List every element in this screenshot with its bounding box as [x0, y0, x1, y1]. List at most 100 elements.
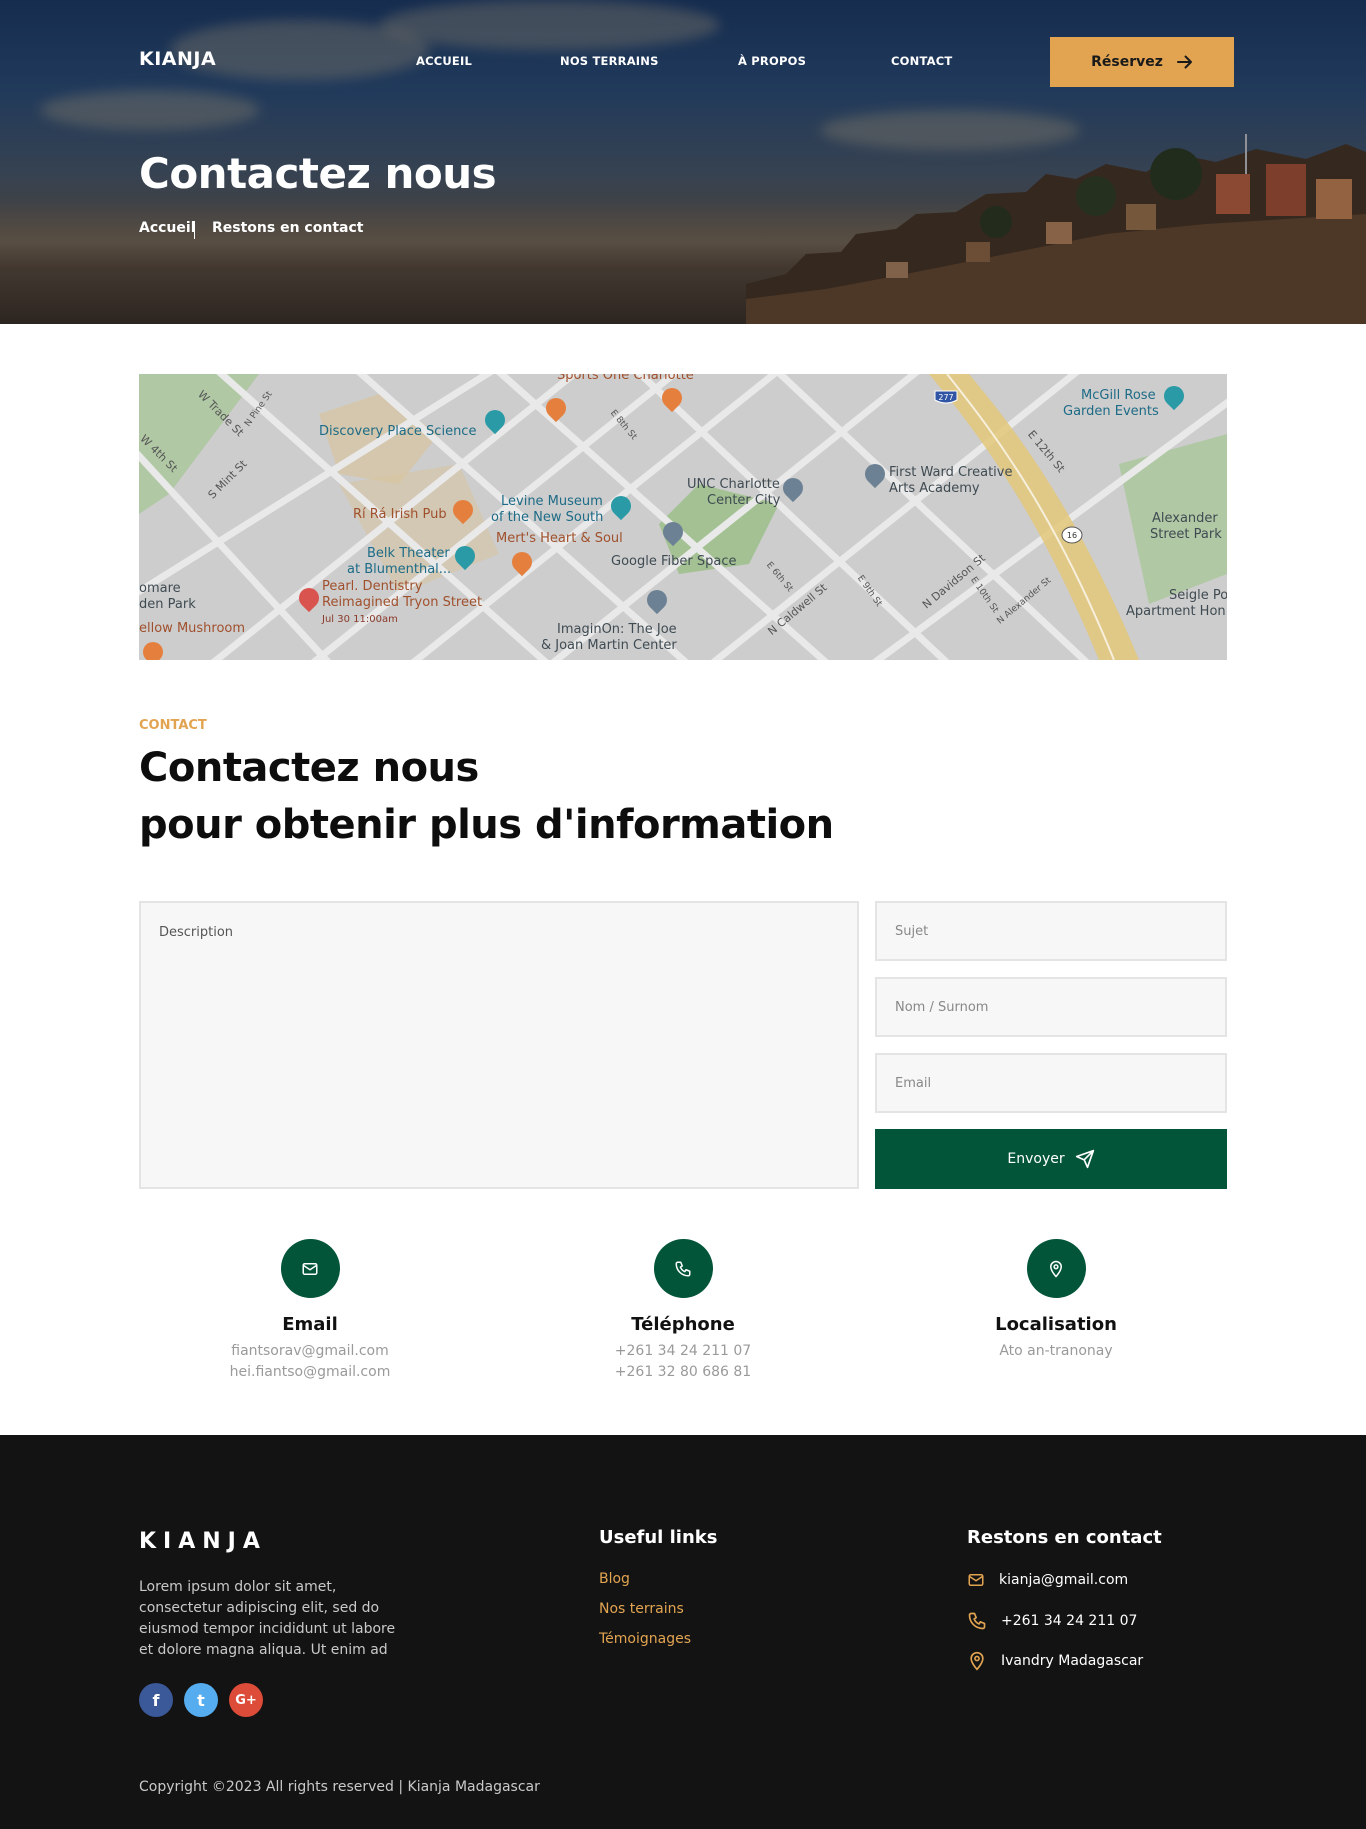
site-footer: KIANJA Lorem ipsum dolor sit amet, conse… — [0, 1435, 1366, 1829]
reserve-button-label: Réservez — [1091, 54, 1163, 70]
google-plus-glyph: G+ — [235, 1692, 257, 1708]
twitter-glyph: t — [197, 1690, 205, 1710]
info-phone-badge — [653, 1239, 713, 1298]
send-button[interactable]: Envoyer — [875, 1129, 1227, 1189]
mail-icon — [968, 1574, 984, 1586]
map-place: omare — [139, 581, 181, 596]
footer-contact-location[interactable]: Ivandry Madagascar — [967, 1651, 1143, 1671]
facebook-icon[interactable]: f — [139, 1683, 173, 1717]
footer-logo[interactable]: KIANJA — [139, 1529, 267, 1554]
info-email-line[interactable]: fiantsorav@gmail.com — [150, 1341, 470, 1362]
nav-link-accueil[interactable]: ACCUEIL — [416, 54, 472, 68]
map-place: Apartment Hon — [1126, 604, 1226, 619]
map-place: & Joan Martin Center — [541, 638, 677, 653]
map-place: ImaginOn: The Joe — [557, 622, 677, 637]
send-button-label: Envoyer — [1007, 1151, 1065, 1167]
google-plus-icon[interactable]: G+ — [229, 1683, 263, 1717]
nav-link-a-propos[interactable]: À PROPOS — [738, 54, 806, 68]
map-place: of the New South — [491, 510, 604, 525]
nav-link-contact[interactable]: CONTACT — [891, 54, 952, 68]
site-logo[interactable]: KIANJA — [139, 48, 216, 70]
breadcrumb-accueil[interactable]: Accueil — [139, 220, 196, 236]
subject-placeholder: Sujet — [895, 923, 929, 939]
map-place: Center City — [707, 493, 781, 508]
send-icon — [1075, 1149, 1094, 1169]
footer-about: Lorem ipsum dolor sit amet, consectetur … — [139, 1579, 396, 1658]
info-email-title: Email — [282, 1314, 338, 1335]
contact-headline-line2: pour obtenir plus d'information — [139, 802, 834, 848]
contact-headline: Contactez nous pour obtenir plus d'infor… — [139, 740, 834, 854]
info-phone-title: Téléphone — [631, 1314, 735, 1335]
footer-link-blog[interactable]: Blog — [599, 1571, 630, 1587]
map-place: Discovery Place Science — [319, 424, 477, 439]
location-icon — [1049, 1260, 1063, 1278]
name-input[interactable]: Nom / Surnom — [875, 977, 1227, 1037]
description-placeholder: Description — [159, 925, 234, 940]
phone-icon — [675, 1261, 691, 1276]
email-placeholder: Email — [895, 1075, 932, 1091]
map-place: Garden Events — [1063, 404, 1159, 419]
map-place: Pearl. Dentistry — [322, 579, 423, 594]
map-place: Reimagined Tryon Street — [322, 595, 483, 610]
map-place: McGill Rose — [1081, 388, 1156, 403]
hero-title: Contactez nous — [139, 149, 497, 198]
mail-icon — [302, 1262, 318, 1275]
contact-headline-line1: Contactez nous — [139, 745, 479, 791]
info-phone-line[interactable]: +261 34 24 211 07 — [523, 1341, 843, 1362]
map-place: First Ward Creative — [889, 465, 1013, 480]
location-map[interactable]: Sports One Charlotte McGill Rose Garden … — [139, 374, 1227, 660]
map-place: UNC Charlotte — [687, 477, 780, 492]
route-shield-label: 16 — [1067, 531, 1077, 540]
breadcrumb-current: Restons en contact — [212, 220, 364, 236]
reserve-button[interactable]: Réservez — [1050, 37, 1234, 87]
name-placeholder: Nom / Surnom — [895, 999, 989, 1015]
section-eyebrow: CONTACT — [139, 718, 207, 733]
map-place: Belk Theater — [367, 546, 450, 561]
copyright-text: Copyright ©2023 All rights reserved | Ki… — [139, 1779, 540, 1795]
info-email-badge — [280, 1239, 340, 1298]
info-email-line[interactable]: hei.fiantso@gmail.com — [150, 1362, 470, 1383]
breadcrumb-separator — [194, 221, 195, 239]
map-place: ellow Mushroom — [139, 621, 246, 636]
info-location-line: Ato an-tranonay — [999, 1343, 1113, 1359]
map-place: Seigle Po — [1169, 588, 1227, 603]
map-place: Sports One Charlotte — [557, 374, 694, 383]
phone-icon — [968, 1612, 986, 1630]
twitter-icon[interactable]: t — [184, 1683, 218, 1717]
footer-link-temoignages[interactable]: Témoignages — [599, 1631, 691, 1647]
route-shield-icon: 16 — [1061, 526, 1083, 544]
facebook-glyph: f — [152, 1690, 160, 1710]
map-place: at Blumenthal... — [347, 562, 452, 577]
footer-contact-location-text: Ivandry Madagascar — [1001, 1653, 1144, 1669]
map-place: Google Fiber Space — [611, 554, 737, 569]
route-shield-label: 277 — [938, 393, 953, 402]
map-place: Arts Academy — [889, 481, 980, 496]
info-location-title: Localisation — [995, 1314, 1117, 1335]
footer-links-title: Useful links — [599, 1527, 718, 1548]
map-event-date: Jul 30 11:00am — [322, 614, 398, 625]
location-icon — [970, 1651, 984, 1671]
arrow-right-icon — [1176, 55, 1192, 69]
subject-input[interactable]: Sujet — [875, 901, 1227, 961]
hero-banner: KIANJA ACCUEIL NOS TERRAINS À PROPOS CON… — [0, 0, 1366, 324]
footer-contact-phone[interactable]: +261 34 24 211 07 — [967, 1611, 1137, 1631]
info-phone-line[interactable]: +261 32 80 686 81 — [523, 1362, 843, 1383]
footer-contact-title: Restons en contact — [967, 1527, 1162, 1548]
map-place: den Park — [139, 597, 196, 612]
info-email: Email fiantsorav@gmail.com hei.fiantso@g… — [150, 1239, 470, 1383]
map-place: Alexander — [1152, 511, 1218, 526]
map-place: Mert's Heart & Soul — [496, 531, 623, 546]
nav-link-nos-terrains[interactable]: NOS TERRAINS — [560, 54, 659, 68]
info-location-badge — [1026, 1239, 1086, 1298]
map-place: Rí Rá Irish Pub — [353, 507, 447, 522]
footer-link-nos-terrains[interactable]: Nos terrains — [599, 1601, 684, 1617]
route-shield-icon: 277 — [934, 390, 958, 404]
description-textarea[interactable]: Description — [139, 901, 859, 1189]
footer-contact-email-text: kianja@gmail.com — [999, 1572, 1129, 1588]
footer-contact-email[interactable]: kianja@gmail.com — [967, 1571, 1128, 1589]
map-place: Street Park — [1150, 527, 1222, 542]
map-place: Levine Museum — [501, 494, 603, 509]
email-input[interactable]: Email — [875, 1053, 1227, 1113]
footer-contact-phone-text: +261 34 24 211 07 — [1001, 1613, 1138, 1629]
info-location: Localisation Ato an-tranonay — [896, 1239, 1216, 1362]
